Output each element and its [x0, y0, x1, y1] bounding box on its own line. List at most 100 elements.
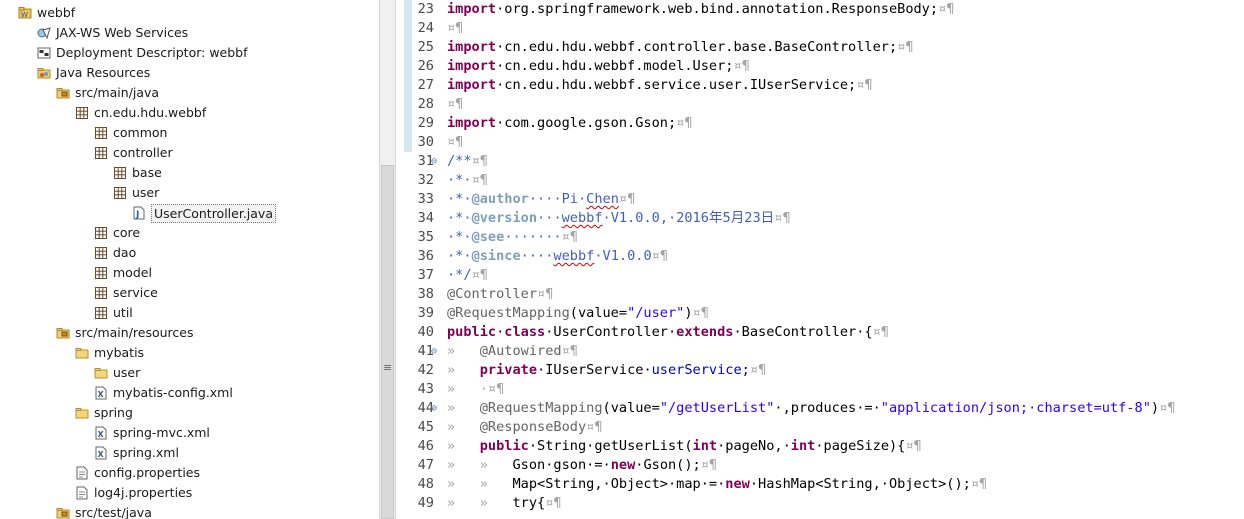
code-line[interactable]: 44 ⊖» @RequestMapping(value="/getUserList… — [412, 399, 1244, 418]
code-line[interactable]: 43 » ·¤¶ — [412, 380, 1244, 399]
code-token: @author — [471, 191, 529, 207]
fold-toggle-icon[interactable]: ⊖ — [431, 152, 437, 171]
collapse-arrow-icon[interactable] — [81, 223, 91, 243]
tree-item-label: user — [132, 185, 160, 200]
tree-item-cn-edu-hdu-webbf[interactable]: cn.edu.hdu.webbf — [0, 103, 379, 123]
code-line[interactable]: 28 ¤¶ — [412, 95, 1244, 114]
collapse-arrow-icon[interactable] — [81, 123, 91, 143]
line-number: 24 — [417, 20, 434, 36]
code-line[interactable]: 42 » private·IUserService·userService;¤¶ — [412, 361, 1244, 380]
tree-item-deployment-descriptor-webbf[interactable]: Deployment Descriptor: webbf — [0, 43, 379, 63]
code-line[interactable]: 26 import·cn.edu.hdu.webbf.model.User;¤¶ — [412, 57, 1244, 76]
tree-item-core[interactable]: core — [0, 223, 379, 243]
tree-item-java-resources[interactable]: Java Resources — [0, 63, 379, 83]
tree-item-label: dao — [113, 245, 137, 260]
collapse-arrow-icon[interactable] — [81, 243, 91, 263]
tree-item-jax-ws-web-services[interactable]: JAX-WS Web Services — [0, 23, 379, 43]
folder-icon — [75, 406, 89, 420]
tree-item-src-test-java[interactable]: src/test/java — [0, 503, 379, 519]
code-text: » public·String·getUserList(int·pageNo,·… — [447, 437, 922, 456]
code-line[interactable]: 34 ·*·@version···webbf·V1.0.0,·2016年5月23日… — [412, 209, 1244, 228]
code-token: ¤¶ — [692, 305, 709, 321]
code-line[interactable]: 39 @RequestMapping(value="/user")¤¶ — [412, 304, 1244, 323]
fold-toggle-icon[interactable]: ⊖ — [431, 342, 437, 361]
tree-item-user[interactable]: user — [0, 183, 379, 203]
code-editor[interactable]: 23 import·org.springframework.web.bind.an… — [396, 0, 1244, 519]
tree-item-spring[interactable]: spring — [0, 403, 379, 423]
code-line[interactable]: 24 ¤¶ — [412, 19, 1244, 38]
code-line[interactable]: 48 » » Map<String,·Object>·map·=·new·Hash… — [412, 475, 1244, 494]
code-token: import — [447, 115, 497, 131]
tree-item-dao[interactable]: dao — [0, 243, 379, 263]
tree-item-webbf[interactable]: Wwebbf — [0, 3, 379, 23]
tree-item-src-main-resources[interactable]: src/main/resources — [0, 323, 379, 343]
tree-item-base[interactable]: base — [0, 163, 379, 183]
tree-item-user[interactable]: user — [0, 363, 379, 383]
code-line[interactable]: 29 import·com.google.gson.Gson;¤¶ — [412, 114, 1244, 133]
code-line[interactable]: 32 ·*·¤¶ — [412, 171, 1244, 190]
tree-item-model[interactable]: model — [0, 263, 379, 283]
code-line[interactable]: 46» public·String·getUserList(int·pageNo… — [412, 437, 1244, 456]
collapse-arrow-icon — [81, 443, 91, 463]
code-token: ¤¶ — [749, 362, 767, 378]
code-token: @RequestMapping — [447, 305, 570, 321]
svg-text:X: X — [98, 390, 105, 399]
code-text: » » try{¤¶ — [447, 494, 562, 513]
collapse-arrow-icon[interactable] — [24, 43, 34, 63]
scrollbar-grip-icon: ≡ — [383, 361, 393, 374]
code-text: ·*·@version···webbf·V1.0.0,·2016年5月23日¤¶ — [447, 209, 791, 228]
tree-item-mybatis-config-xml[interactable]: Xmybatis-config.xml — [0, 383, 379, 403]
collapse-arrow-icon — [81, 383, 91, 403]
tree-item-config-properties[interactable]: config.properties — [0, 463, 379, 483]
package-icon — [113, 186, 127, 200]
code-line[interactable]: 35 ·*·@see·······¤¶ — [412, 228, 1244, 247]
code-line[interactable]: 47 » » Gson·gson·=·new·Gson();¤¶ — [412, 456, 1244, 475]
code-token: webbf — [561, 210, 603, 226]
code-line[interactable]: 38 @Controller¤¶ — [412, 285, 1244, 304]
code-token: ¤¶ — [447, 20, 464, 36]
tree-item-spring-mvc-xml[interactable]: Xspring-mvc.xml — [0, 423, 379, 443]
collapse-arrow-icon[interactable] — [43, 503, 53, 519]
tree-item-usercontroller-java[interactable]: J UserController.java — [0, 203, 379, 223]
code-line[interactable]: 31 ⊖/**¤¶ — [412, 152, 1244, 171]
code-line[interactable]: 30 ¤¶ — [412, 133, 1244, 152]
code-line[interactable]: 41 ⊖» @Autowired¤¶ — [412, 342, 1244, 361]
code-line[interactable]: 49 » » try{¤¶ — [412, 494, 1244, 513]
code-line[interactable]: 33 ·*·@author····Pi·Chen¤¶ — [412, 190, 1244, 209]
code-line[interactable]: 23 import·org.springframework.web.bind.an… — [412, 0, 1244, 19]
code-line[interactable]: 45 » @ResponseBody¤¶ — [412, 418, 1244, 437]
collapse-arrow-icon[interactable] — [81, 283, 91, 303]
code-token: ·cn.edu.hdu.webbf.model.User; — [496, 58, 734, 74]
tree-item-log4j-properties[interactable]: log4j.properties — [0, 483, 379, 503]
properties-file-icon — [75, 486, 89, 500]
collapse-arrow-icon[interactable] — [119, 203, 129, 223]
tree-item-src-main-java[interactable]: src/main/java — [0, 83, 379, 103]
code-token: ·com.google.gson.Gson; — [496, 115, 677, 131]
collapse-arrow-icon[interactable] — [100, 163, 110, 183]
tree-item-common[interactable]: common — [0, 123, 379, 143]
collapse-arrow-icon[interactable] — [24, 23, 34, 43]
collapse-arrow-icon — [81, 423, 91, 443]
tree-item-util[interactable]: util — [0, 303, 379, 323]
tree-item-service[interactable]: service — [0, 283, 379, 303]
code-token: ¤¶ — [897, 39, 914, 55]
collapse-arrow-icon[interactable] — [81, 263, 91, 283]
tree-item-spring-xml[interactable]: Xspring.xml — [0, 443, 379, 463]
code-line[interactable]: 40 public·class·UserController·extends·Ba… — [412, 323, 1244, 342]
tree-item-mybatis[interactable]: mybatis — [0, 343, 379, 363]
code-line[interactable]: 27 import·cn.edu.hdu.webbf.service.user.I… — [412, 76, 1244, 95]
scrollbar-thumb[interactable] — [381, 165, 394, 519]
explorer-scrollbar[interactable]: ≡ — [379, 0, 396, 519]
code-token: ······· — [504, 229, 562, 245]
collapse-arrow-icon[interactable] — [81, 363, 91, 383]
fold-toggle-icon[interactable]: ⊖ — [431, 399, 437, 418]
code-line[interactable]: 37 ·*/¤¶ — [412, 266, 1244, 285]
code-line[interactable]: 25 import·cn.edu.hdu.webbf.controller.bas… — [412, 38, 1244, 57]
code-token: ··· — [537, 210, 562, 226]
package-icon — [94, 226, 108, 240]
tree-item-controller[interactable]: controller — [0, 143, 379, 163]
code-text: ¤¶ — [447, 133, 463, 152]
code-token: try{ — [512, 495, 546, 511]
code-token: ¤¶ — [545, 495, 562, 511]
code-line[interactable]: 36 ·*·@since····webbf·V1.0.0¤¶ — [412, 247, 1244, 266]
